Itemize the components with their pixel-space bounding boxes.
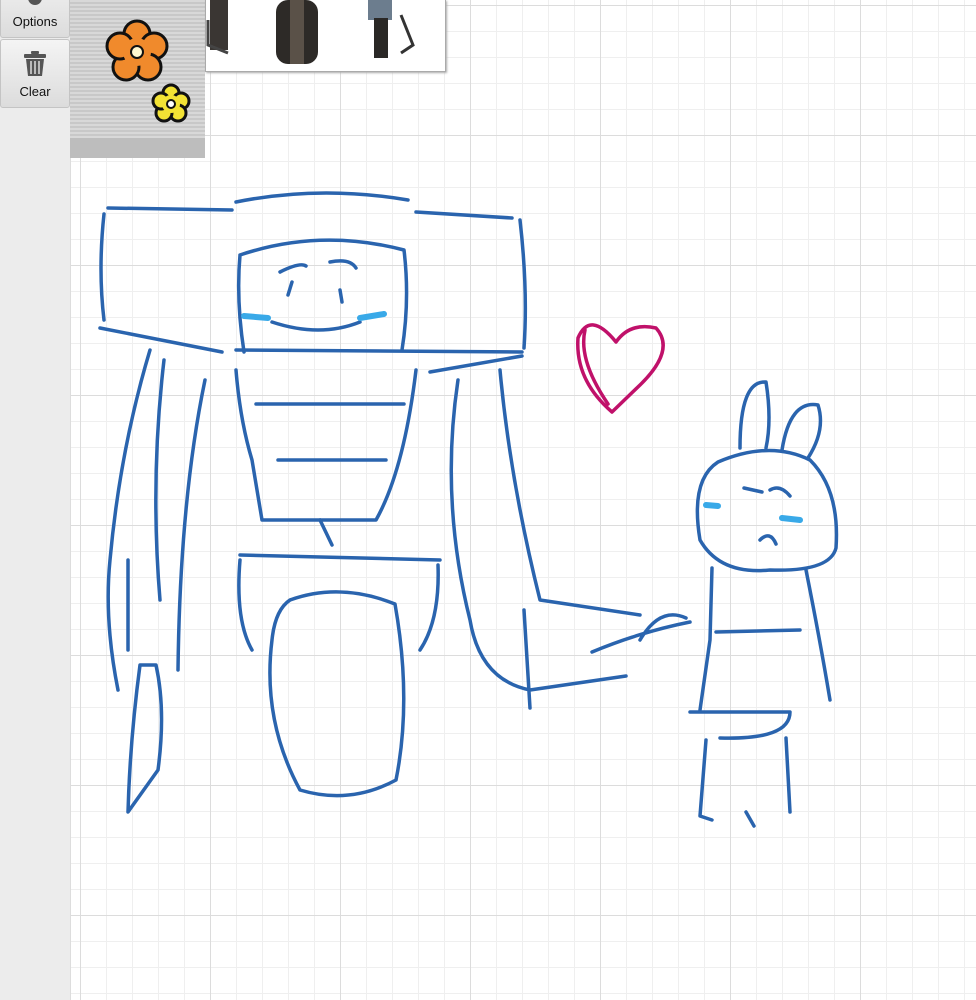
sketch-drawing: [98, 191, 839, 828]
heart-drawing: [576, 323, 665, 414]
bunny-sketch: [688, 380, 839, 828]
robot-sketch: [98, 191, 692, 814]
blush-marks: [241, 311, 803, 523]
